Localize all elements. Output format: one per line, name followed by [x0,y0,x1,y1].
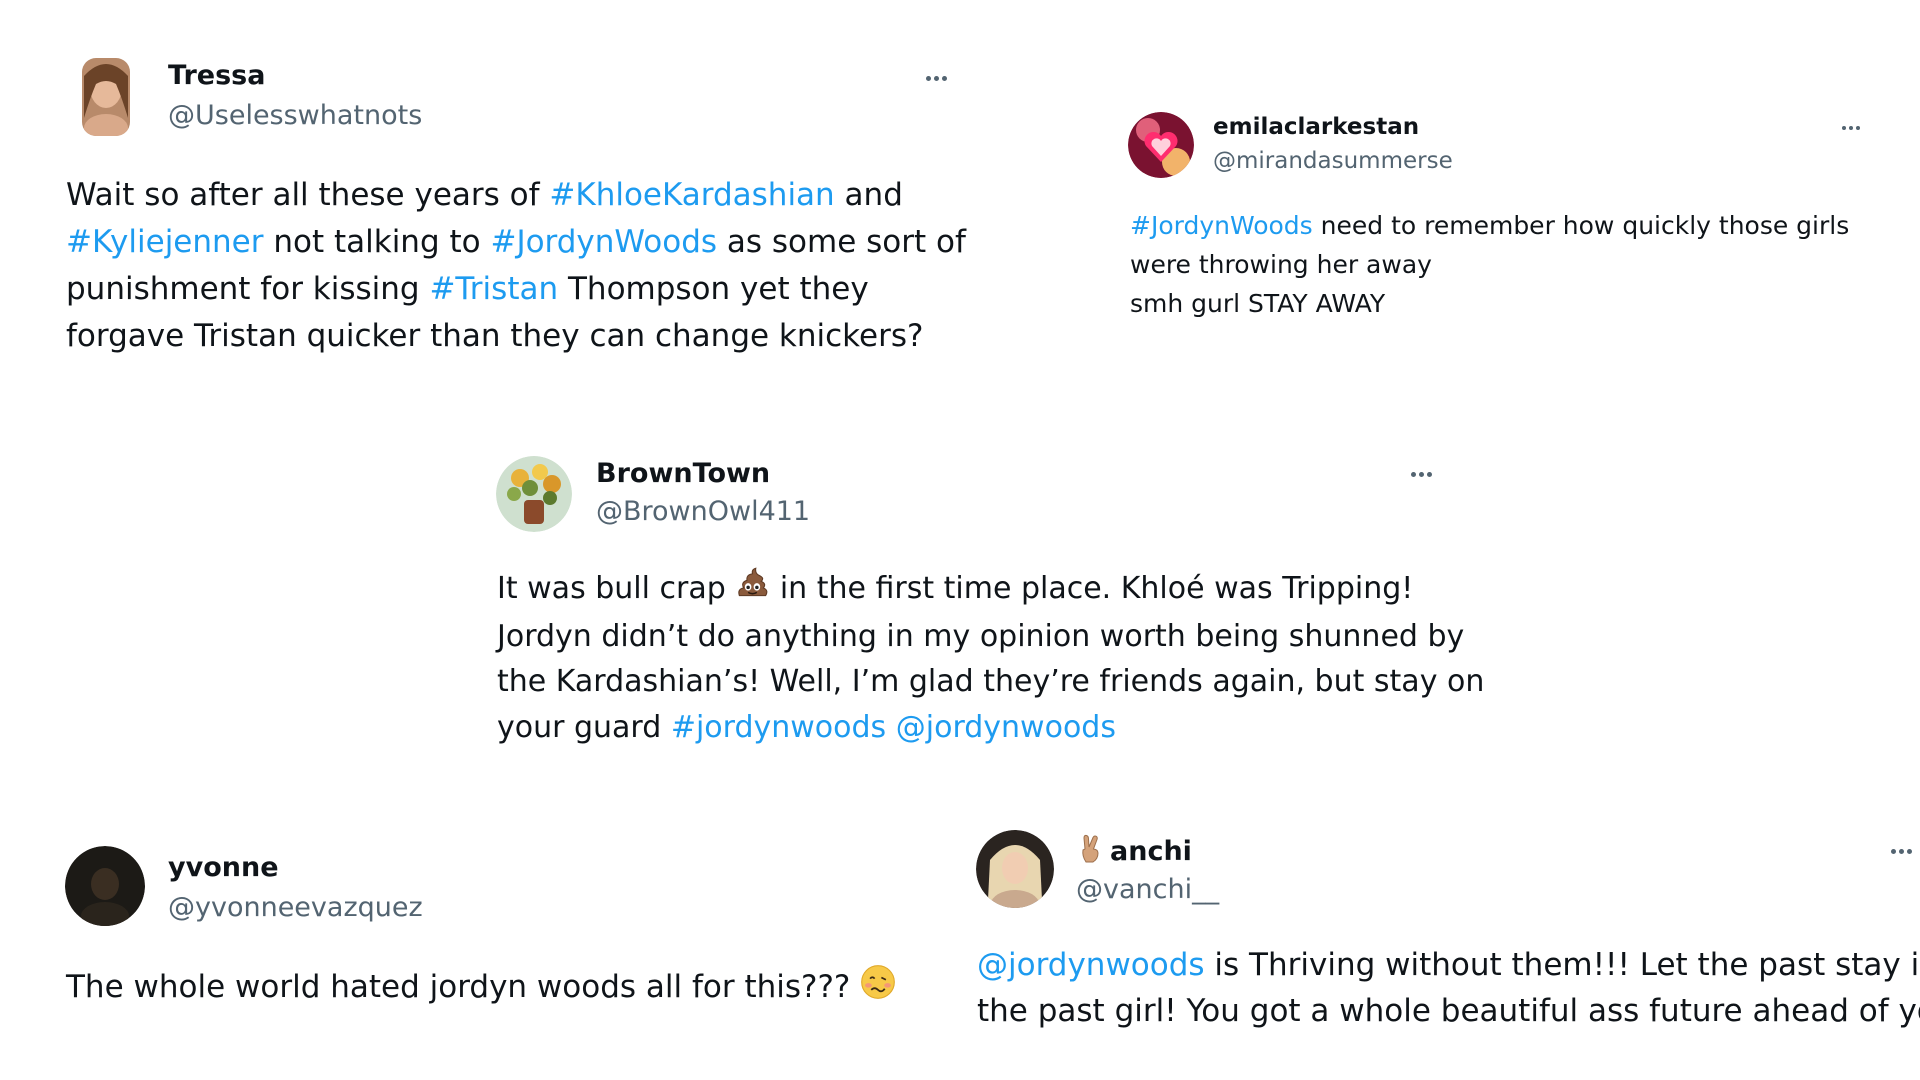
hashtag-link[interactable]: #Kyliejenner [66,224,264,260]
display-name[interactable]: Tressa [168,60,265,91]
tweet-text-line: Wait so after all these years of #KhloeK… [66,172,966,219]
pile-of-poo-emoji [735,565,770,614]
tweet-text-segment: Jordyn didn’t do anything in my opinion … [497,618,1465,654]
tweet-text-segment: were throwing her away [1130,250,1432,279]
tweet-text-line: the past girl! You got a whole beautiful… [977,988,1920,1034]
tweet-text: @jordynwoods is Thriving without them!!!… [977,942,1920,1034]
more-options-icon[interactable] [1411,472,1432,477]
hashtag-link[interactable]: #JordynWoods [490,224,717,260]
tweet-text-segment: forgave Tristan quicker than they can ch… [66,318,924,354]
tweet-text: Wait so after all these years of #KhloeK… [66,172,966,360]
avatar[interactable] [976,830,1054,908]
tweet-text-line: smh gurl STAY AWAY [1130,284,1849,323]
display-name[interactable]: yvonne [168,852,279,883]
hashtag-link[interactable]: #JordynWoods [1130,211,1313,240]
display-name[interactable]: BrownTown [596,458,770,489]
hashtag-link[interactable]: #Tristan [429,271,558,307]
tweet-text-line: the Kardashian’s! Well, I’m glad they’re… [497,659,1484,705]
hashtag-link[interactable]: #KhloeKardashian [549,177,834,213]
tweet-text-segment: Thompson yet they [558,271,869,307]
tweet-text-line: It was bull crap in the first time place… [497,565,1484,614]
avatar[interactable] [65,846,145,926]
tweet-text-line: Jordyn didn’t do anything in my opinion … [497,614,1484,660]
user-handle[interactable]: @BrownOwl411 [596,496,810,527]
tweet-text-line: were throwing her away [1130,245,1849,284]
tweet-text-segment: not talking to [263,224,491,260]
user-handle[interactable]: @yvonneevazquez [168,892,423,923]
avatar[interactable] [1128,112,1194,178]
tweet-text-line: @jordynwoods is Thriving without them!!!… [977,942,1920,988]
tweet-text-segment: in the first time place. Khloé was Tripp… [770,570,1414,606]
tweet-text-segment: is Thriving without them!!! Let the past… [1204,947,1920,983]
woozy-face-emoji [860,964,896,1013]
user-handle[interactable]: @Uselesswhatnots [168,100,422,131]
tweet-text-line: your guard #jordynwoods @jordynwoods [497,705,1484,751]
tweet-text-segment: the past girl! You got a whole beautiful… [977,993,1920,1029]
tweet-text-segment: smh gurl STAY AWAY [1130,289,1386,318]
tweet-text-line: punishment for kissing #Tristan Thompson… [66,266,966,313]
more-options-icon[interactable] [926,76,947,81]
tweet-text-segment: as some sort of [717,224,966,260]
tweet-text-segment [886,710,896,745]
tweet-text: #JordynWoods need to remember how quickl… [1130,206,1849,323]
tweet-text-segment: the Kardashian’s! Well, I’m glad they’re… [497,664,1485,699]
tweet-text-segment: your guard [497,709,671,745]
mention-link[interactable]: @jordynwoods [896,710,1116,745]
display-name-text: anchi [1110,836,1192,867]
tweet-text-segment: The whole world hated jordyn woods all f… [66,969,861,1005]
user-handle[interactable]: @mirandasummerse [1213,148,1453,174]
tweet-text-line: forgave Tristan quicker than they can ch… [66,313,966,360]
tweet-text-segment: punishment for kissing [66,271,430,307]
display-name[interactable]: emilaclarkestan [1213,114,1419,140]
tweet-text-segment: need to remember how quickly those girls [1312,211,1850,240]
tweet-text-segment: It was bull crap [497,570,736,606]
more-options-icon[interactable] [1891,849,1912,854]
display-name[interactable]: anchi [1076,834,1192,871]
tweet-text: The whole world hated jordyn woods all f… [66,964,896,1013]
user-handle[interactable]: @vanchi__ [1076,874,1219,905]
tweet-text-line: The whole world hated jordyn woods all f… [66,964,896,1013]
more-options-icon[interactable] [1842,126,1860,130]
avatar[interactable] [82,58,130,136]
tweet-text-segment: Wait so after all these years of [66,177,550,213]
tweet-text-segment: and [834,177,903,213]
hashtag-link[interactable]: #jordynwoods [671,710,886,745]
tweet-text-line: #Kyliejenner not talking to #JordynWoods… [66,219,966,266]
tweet-text: It was bull crap in the first time place… [497,565,1484,750]
mention-link[interactable]: @jordynwoods [977,947,1205,983]
avatar[interactable] [496,456,572,532]
tweet-text-line: #JordynWoods need to remember how quickl… [1130,206,1849,245]
victory-hand-emoji [1076,834,1106,871]
